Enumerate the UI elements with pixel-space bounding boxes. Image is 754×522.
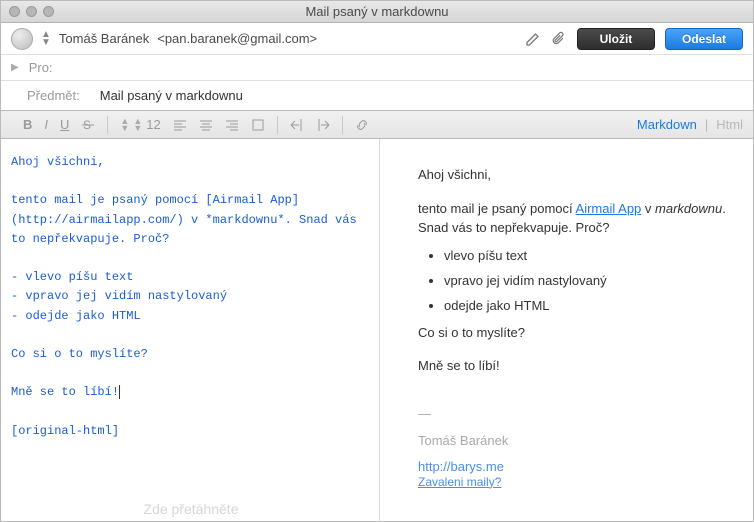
outdent-button[interactable] <box>290 118 304 132</box>
bold-button[interactable]: B <box>23 117 32 132</box>
window-controls <box>1 6 54 17</box>
preview-para: Mně se to líbí! <box>418 356 729 376</box>
preview-link[interactable]: Airmail App <box>576 201 642 216</box>
signature-name: Tomáš Baránek <box>418 431 729 451</box>
preview-list: vlevo píšu text vpravo jej vidím nastylo… <box>444 248 729 313</box>
preview-pane: Ahoj všichni, tento mail je psaný pomocí… <box>379 139 753 521</box>
markdown-editor[interactable]: Ahoj všichni, tento mail je psaný pomocí… <box>1 139 379 521</box>
avatar <box>11 28 33 50</box>
subject-row: Předmět: Mail psaný v markdownu <box>1 81 753 111</box>
from-email: <pan.baranek@gmail.com> <box>157 31 317 46</box>
send-button[interactable]: Odeslat <box>665 28 743 50</box>
tab-html[interactable]: Html <box>716 117 743 132</box>
tab-sep: | <box>705 117 708 132</box>
window-title: Mail psaný v markdownu <box>1 4 753 19</box>
edit-icon[interactable] <box>525 31 541 47</box>
underline-button[interactable]: U <box>60 117 69 132</box>
titlebar: Mail psaný v markdownu <box>1 1 753 23</box>
fontsize-value: 12 <box>146 117 160 132</box>
preview-em: markdownu <box>655 201 722 216</box>
attachment-icon[interactable] <box>551 31 567 47</box>
format-toolbar: B I U S ▲▼ ▲▼ 12 Markdown | Html <box>1 111 753 139</box>
body-area: Ahoj všichni, tento mail je psaný pomocí… <box>1 139 753 521</box>
preview-para: Ahoj všichni, <box>418 165 729 185</box>
save-button[interactable]: Uložit <box>577 28 655 50</box>
disclosure-icon[interactable]: ▶ <box>11 62 19 73</box>
link-button[interactable] <box>355 118 369 132</box>
align-center-button[interactable] <box>199 118 213 132</box>
close-window-button[interactable] <box>9 6 20 17</box>
from-name: Tomáš Baránek <box>59 31 149 46</box>
from-row: ▲▼ Tomáš Baránek <pan.baranek@gmail.com>… <box>1 23 753 55</box>
minimize-window-button[interactable] <box>26 6 37 17</box>
subject-label: Předmět: <box>27 88 80 103</box>
fontfamily-stepper[interactable]: ▲▼ <box>120 118 129 132</box>
list-item: vpravo jej vidím nastylovaný <box>444 273 729 288</box>
align-left-button[interactable] <box>173 118 187 132</box>
signature-dash: — <box>418 404 729 424</box>
strike-button[interactable]: S <box>81 118 95 132</box>
subject-input[interactable]: Mail psaný v markdownu <box>100 88 243 103</box>
caret <box>119 385 120 399</box>
zoom-window-button[interactable] <box>43 6 54 17</box>
fontsize-stepper[interactable]: ▲▼ <box>133 118 142 132</box>
preview-para: tento mail je psaný pomocí Airmail App v… <box>418 199 729 238</box>
preview-para: Co si o to myslíte? <box>418 323 729 343</box>
signature-url[interactable]: http://barys.me <box>418 459 504 474</box>
align-right-button[interactable] <box>225 118 239 132</box>
tab-markdown[interactable]: Markdown <box>637 117 697 132</box>
indent-button[interactable] <box>316 118 330 132</box>
italic-button[interactable]: I <box>44 117 48 132</box>
list-item: odejde jako HTML <box>444 298 729 313</box>
signature-tag[interactable]: Zavaleni maily? <box>418 475 501 489</box>
sort-chevrons-icon[interactable]: ▲▼ <box>41 31 51 47</box>
list-item: vlevo píšu text <box>444 248 729 263</box>
to-label: Pro: <box>29 60 53 75</box>
to-row[interactable]: ▶ Pro: <box>1 55 753 81</box>
square-button[interactable] <box>251 118 265 132</box>
